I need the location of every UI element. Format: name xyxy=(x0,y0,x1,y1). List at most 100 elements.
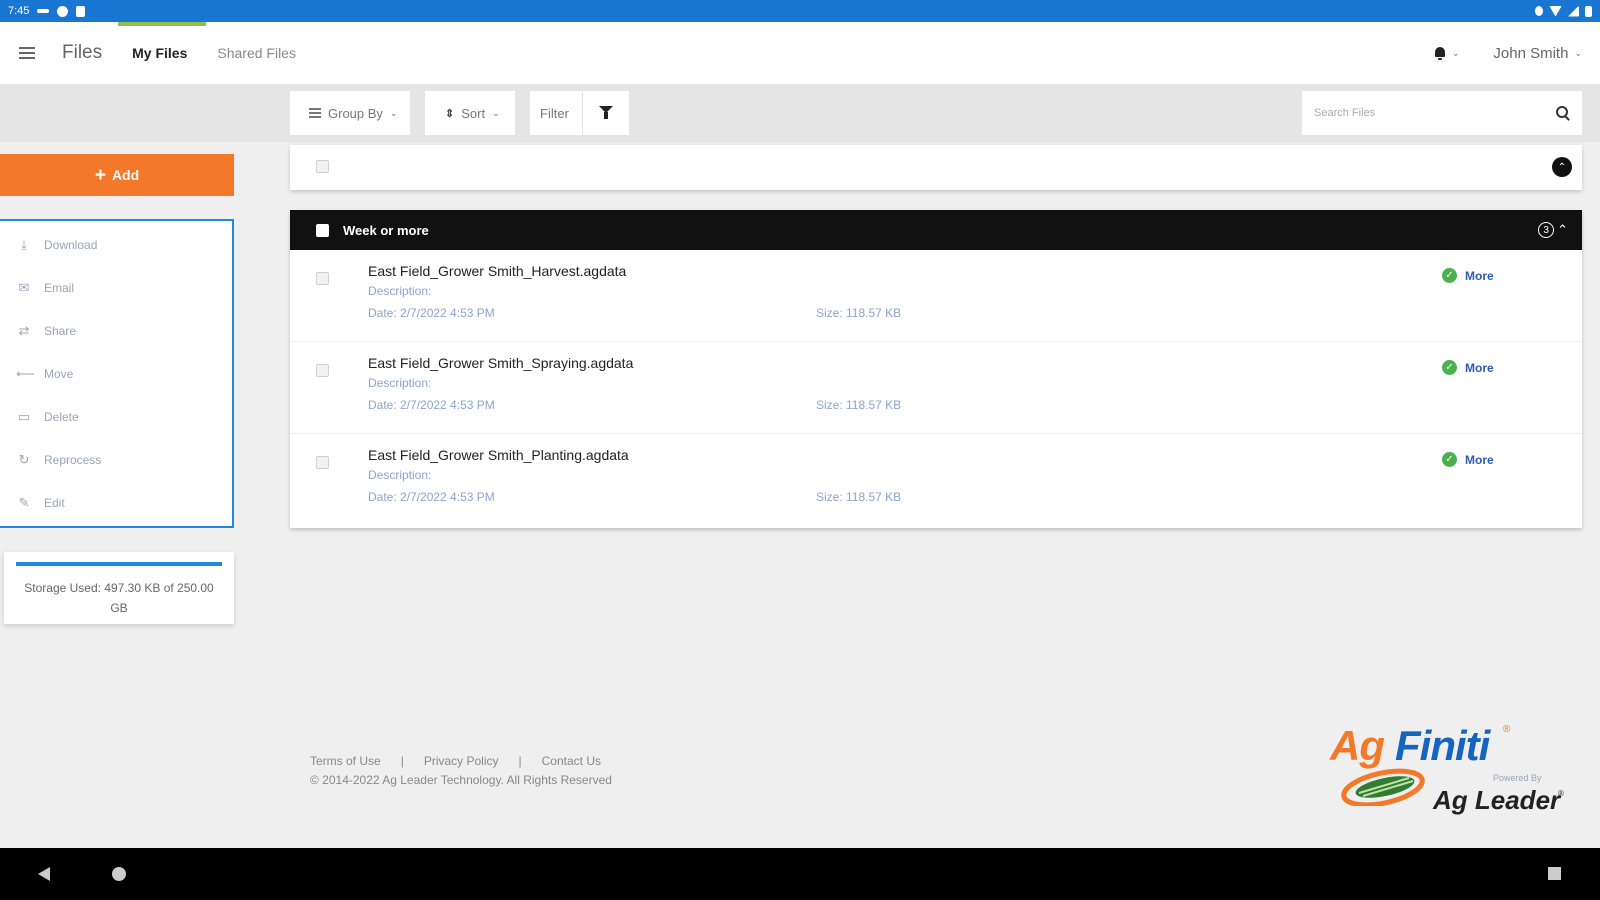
share-icon: ⇄ xyxy=(18,322,30,338)
wifi-icon xyxy=(1549,5,1562,17)
sort-icon: ⇕ xyxy=(445,107,455,120)
action-label: Edit xyxy=(44,495,65,510)
file-date: Date: 2/7/2022 4:53 PM xyxy=(368,306,495,320)
more-link[interactable]: More xyxy=(1465,361,1494,375)
battery-icon xyxy=(1585,5,1592,17)
action-email[interactable]: ✉ Email xyxy=(0,266,232,309)
status-sync-icon xyxy=(57,5,69,17)
copyright-text: © 2014-2022 Ag Leader Technology. All Ri… xyxy=(310,773,612,787)
group-checkbox[interactable] xyxy=(316,223,329,237)
bell-icon xyxy=(1434,46,1446,60)
home-icon[interactable] xyxy=(112,867,126,881)
filter-label: Filter xyxy=(540,105,569,121)
action-edit[interactable]: ✎ Edit xyxy=(0,481,232,524)
check-circle-icon: ✓ xyxy=(1442,268,1457,283)
tab-shared-files[interactable]: Shared Files xyxy=(217,22,296,84)
location-icon xyxy=(1535,6,1543,16)
file-checkbox[interactable] xyxy=(316,456,329,469)
user-name: John Smith xyxy=(1493,44,1569,62)
storage-progress-fill xyxy=(16,562,222,566)
file-description: Description: xyxy=(368,468,432,482)
pencil-icon: ✎ xyxy=(18,494,30,510)
action-label: Share xyxy=(44,323,77,338)
sort-label: Sort xyxy=(461,105,486,121)
file-name[interactable]: East Field_Grower Smith_Spraying.agdata xyxy=(368,355,633,371)
add-label: Add xyxy=(111,167,140,183)
actions-panel: ⤓ Download ✉ Email ⇄ Share ⟵ Move ▭ Dele… xyxy=(0,219,234,528)
select-all-bar: ⌃ xyxy=(290,145,1582,190)
app-header: Files My Files Shared Files ⌄ John Smith… xyxy=(0,22,1600,84)
file-description: Description: xyxy=(368,376,432,390)
action-reprocess[interactable]: ↻ Reprocess xyxy=(0,438,232,481)
action-move[interactable]: ⟵ Move xyxy=(0,352,232,395)
notifications-button[interactable]: ⌄ xyxy=(1434,46,1460,60)
logo-powered-by: Powered By xyxy=(1493,773,1542,783)
contact-us-link[interactable]: Contact Us xyxy=(542,754,601,768)
file-date: Date: 2/7/2022 4:53 PM xyxy=(368,398,495,412)
action-label: Reprocess xyxy=(44,452,102,467)
action-delete[interactable]: ▭ Delete xyxy=(0,395,232,438)
file-name[interactable]: East Field_Grower Smith_Planting.agdata xyxy=(368,447,629,463)
storage-progress-bar xyxy=(16,562,222,566)
action-label: Move xyxy=(44,366,74,381)
collapse-all-icon[interactable]: ⌃ xyxy=(1552,157,1572,177)
more-link[interactable]: More xyxy=(1465,453,1494,467)
status-key-icon xyxy=(37,9,50,13)
logo-registered-mark: ® xyxy=(1503,724,1511,735)
chevron-down-icon: ⌄ xyxy=(1451,47,1460,58)
footer-separator: | xyxy=(518,754,522,768)
group-lines-icon xyxy=(309,108,321,118)
status-bar: 7:45 xyxy=(0,0,1600,22)
funnel-icon[interactable] xyxy=(599,106,613,120)
move-icon: ⟵ xyxy=(16,365,35,381)
file-checkbox[interactable] xyxy=(316,364,329,377)
recent-apps-icon[interactable] xyxy=(1548,867,1561,880)
file-name[interactable]: East Field_Grower Smith_Harvest.agdata xyxy=(368,263,626,279)
email-icon: ✉ xyxy=(18,279,30,295)
system-nav-bar xyxy=(0,848,1600,900)
hamburger-menu-icon[interactable] xyxy=(19,47,35,59)
signal-icon xyxy=(1568,5,1579,17)
file-size: Size: 118.57 KB xyxy=(816,490,902,504)
user-menu[interactable]: John Smith ⌄ xyxy=(1493,45,1582,62)
tab-my-files[interactable]: My Files xyxy=(118,22,207,84)
file-date: Date: 2/7/2022 4:53 PM xyxy=(368,490,495,504)
logo-text-ag: Ag xyxy=(1330,722,1385,769)
action-label: Download xyxy=(44,237,98,252)
footer-separator: | xyxy=(400,754,404,768)
back-icon[interactable] xyxy=(38,867,50,881)
download-icon: ⤓ xyxy=(21,236,27,252)
search-icon[interactable] xyxy=(1556,106,1570,120)
group-title: Week or more xyxy=(343,222,429,238)
select-all-checkbox[interactable] xyxy=(316,160,329,173)
footer-links: Terms of Use | Privacy Policy | Contact … xyxy=(310,754,601,768)
search-box xyxy=(1302,91,1582,135)
group-by-button[interactable]: Group By ⌄ xyxy=(290,91,410,135)
group-by-label: Group By xyxy=(328,105,383,121)
check-circle-icon: ✓ xyxy=(1442,360,1457,375)
file-checkbox[interactable] xyxy=(316,272,329,285)
privacy-policy-link[interactable]: Privacy Policy xyxy=(424,754,499,768)
chevron-down-icon: ⌄ xyxy=(389,107,398,118)
search-input[interactable] xyxy=(1314,107,1556,119)
file-row: East Field_Grower Smith_Harvest.agdata D… xyxy=(290,250,1582,342)
status-time: 7:45 xyxy=(8,5,30,17)
chevron-down-icon: ⌄ xyxy=(492,107,500,118)
group-collapse-toggle[interactable]: 3 ⌃ xyxy=(1538,222,1568,238)
action-download[interactable]: ⤓ Download xyxy=(0,223,232,266)
action-share[interactable]: ⇄ Share xyxy=(0,309,232,352)
more-link[interactable]: More xyxy=(1465,269,1494,283)
add-button[interactable]: + Add xyxy=(0,154,234,196)
file-size: Size: 118.57 KB xyxy=(816,306,902,320)
check-circle-icon: ✓ xyxy=(1442,452,1457,467)
file-size: Size: 118.57 KB xyxy=(816,398,902,412)
trash-icon: ▭ xyxy=(17,408,31,424)
filter-button[interactable]: Filter xyxy=(530,91,629,135)
app-title: Files xyxy=(62,42,103,63)
sort-button[interactable]: ⇕ Sort ⌄ xyxy=(425,91,515,135)
action-label: Delete xyxy=(44,409,79,424)
terms-of-use-link[interactable]: Terms of Use xyxy=(310,754,381,768)
logo-text-finiti: Finiti xyxy=(1395,722,1490,769)
action-label: Email xyxy=(44,280,75,295)
toolbar: Group By ⌄ ⇕ Sort ⌄ Filter xyxy=(0,84,1600,142)
